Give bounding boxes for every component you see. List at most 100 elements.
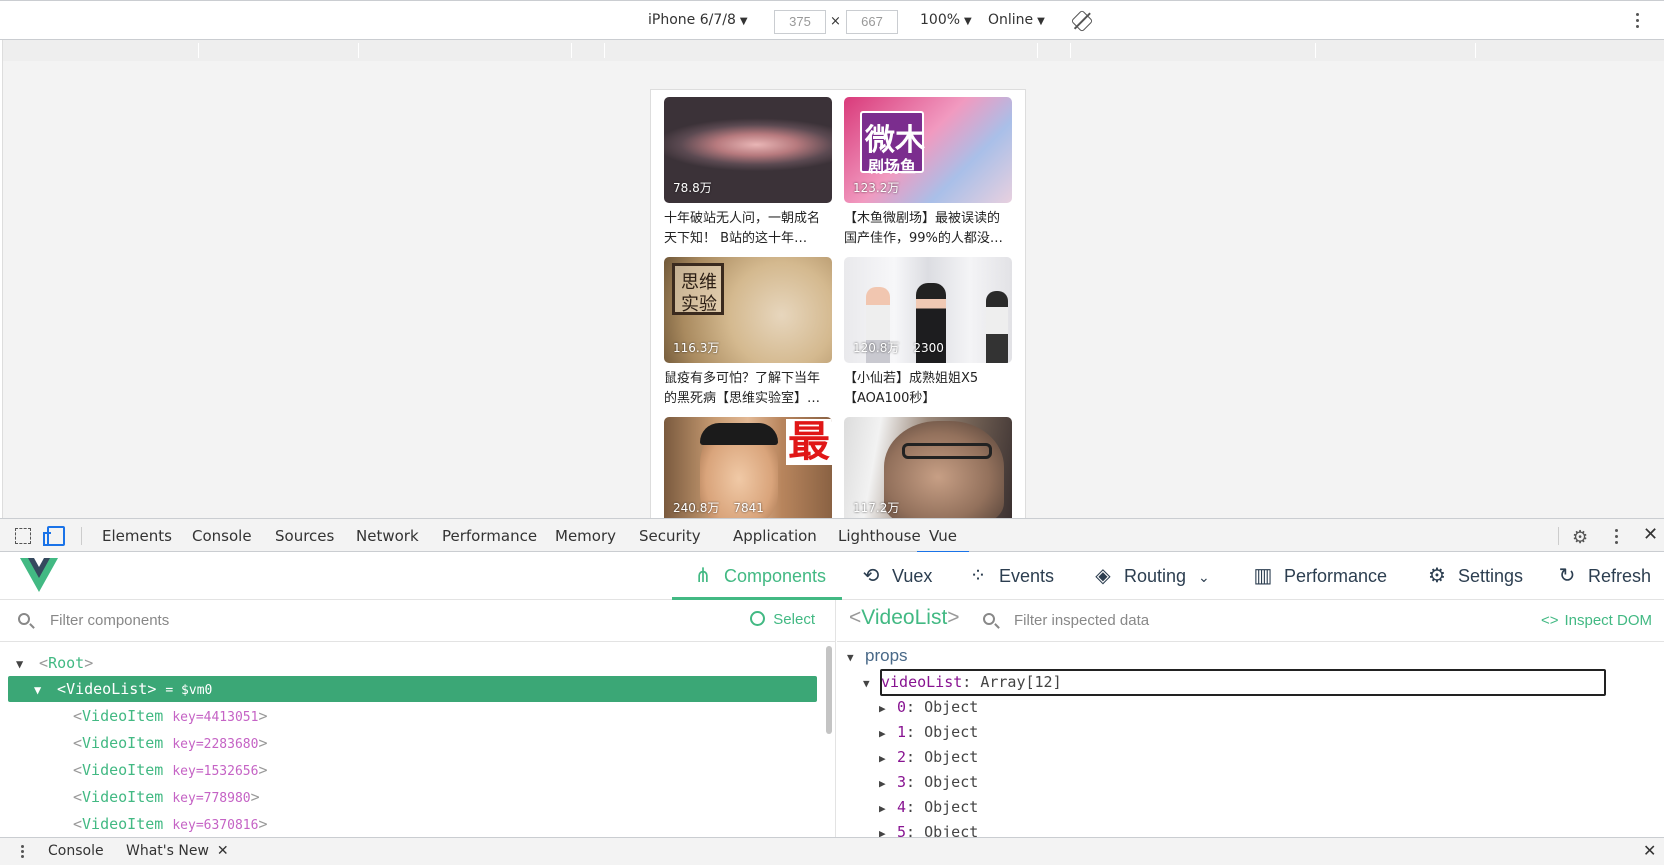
prop-value: Array[12] xyxy=(980,673,1062,691)
tab-console[interactable]: Console xyxy=(192,527,252,545)
expand-arrow-icon[interactable]: ▶ xyxy=(879,772,897,796)
expand-arrow-icon[interactable]: ▼ xyxy=(34,677,48,703)
tree-node-selected[interactable]: ▼ <VideoList> = $vm0 xyxy=(8,676,817,702)
drawer-menu-icon[interactable] xyxy=(21,845,24,860)
prop-row[interactable]: ▼ videoList: Array[12] xyxy=(863,670,1062,694)
tab-vue[interactable]: Vue xyxy=(917,527,969,553)
ruler-tick xyxy=(358,43,359,58)
glasses-image xyxy=(902,443,992,459)
expand-arrow-icon[interactable]: ▼ xyxy=(847,646,865,670)
chevron-down-icon: ▼ xyxy=(739,16,748,27)
video-card[interactable]: 120.8万 2300 【小仙若】成熟姐姐X5【AOA100秒】 xyxy=(844,257,1012,409)
view-count: 120.8万 xyxy=(853,341,900,355)
view-count: 240.8万 xyxy=(673,501,720,515)
ruler-tick xyxy=(1315,43,1316,58)
component-filter[interactable]: Filter components Select xyxy=(0,600,835,642)
video-card[interactable]: 微木 剧场鱼 123.2万 【木鱼微剧场】最被误读的国产佳作，99%的人都没看懂… xyxy=(844,97,1012,249)
vue-tab-vuex[interactable]: ⟲ Vuex xyxy=(858,552,933,600)
select-label: Select xyxy=(773,611,815,628)
video-card[interactable]: 117.2万 xyxy=(844,417,1012,518)
select-component-button[interactable]: Select xyxy=(750,611,815,628)
tab-performance[interactable]: Performance xyxy=(442,527,537,545)
ruler-tick xyxy=(571,43,572,58)
vue-tab-components-label: Components xyxy=(724,566,827,586)
tree-node-child[interactable]: <VideoItem key=6370816> xyxy=(73,811,267,837)
video-card[interactable]: 思维 实验 116.3万 鼠疫有多可怕？了解下当年的黑死病【思维实验室】2020 xyxy=(664,257,832,409)
expand-arrow-icon[interactable]: ▶ xyxy=(879,722,897,746)
video-title: 鼠疫有多可怕？了解下当年的黑死病【思维实验室】2020 xyxy=(664,371,821,406)
rotate-icon[interactable] xyxy=(1070,9,1094,33)
video-card[interactable]: 78.8万 十年破站无人问，一朝成名天下知！ B站的这十年 2005-2020 xyxy=(664,97,832,249)
inspect-element-icon[interactable] xyxy=(15,528,31,544)
vue-tab-refresh[interactable]: ↻ Refresh xyxy=(1554,552,1651,600)
tree-node-child[interactable]: <VideoItem key=4413051> xyxy=(73,703,267,729)
tab-elements[interactable]: Elements xyxy=(102,527,172,545)
video-thumbnail: 117.2万 xyxy=(844,417,1012,518)
close-drawer-icon[interactable]: ✕ xyxy=(1643,841,1656,860)
ruler-tick xyxy=(1475,43,1476,58)
inspected-component-name: <VideoList> xyxy=(849,606,960,629)
vue-devtools-header: ⋔ Components ⟲ Vuex ⁘ Events ◈ Routing ⌄ ▥ Per… xyxy=(0,552,1664,600)
device-toggle-icon[interactable] xyxy=(43,526,65,546)
expand-arrow-icon[interactable]: ▼ xyxy=(16,651,30,677)
gear-icon[interactable]: ⚙ xyxy=(1572,527,1588,548)
video-card[interactable]: 最 240.8万 7841 xyxy=(664,417,832,518)
entry-index: 4 xyxy=(897,798,907,816)
array-entry[interactable]: ▶ 3: Object xyxy=(879,770,978,794)
device-select[interactable]: iPhone 6/7/8 ▼ xyxy=(648,12,748,28)
filter-inspected-input[interactable]: Filter inspected data xyxy=(1014,612,1149,629)
chevron-down-icon: ▼ xyxy=(964,16,972,27)
video-thumbnail: 120.8万 2300 xyxy=(844,257,1012,363)
tab-memory[interactable]: Memory xyxy=(555,527,616,545)
tab-network[interactable]: Network xyxy=(356,527,419,545)
expand-arrow-icon[interactable]: ▶ xyxy=(879,797,897,821)
expand-arrow-icon[interactable]: ▼ xyxy=(863,672,881,696)
tab-application[interactable]: Application xyxy=(733,527,817,545)
settings-icon: ⚙ xyxy=(1428,565,1446,587)
tree-node-child[interactable]: <VideoItem key=778980> xyxy=(73,784,260,810)
video-meta: 123.2万 xyxy=(853,179,899,196)
close-icon[interactable]: ✕ xyxy=(217,843,229,859)
expand-arrow-icon[interactable]: ▶ xyxy=(879,697,897,721)
width-input[interactable]: 375 xyxy=(774,10,826,34)
muyu-logo: 微木 剧场鱼 xyxy=(860,111,925,176)
siwei-logo: 思维 实验 xyxy=(672,263,724,315)
drawer-tab-console[interactable]: Console xyxy=(48,843,104,859)
array-entry[interactable]: ▶ 5: Object xyxy=(879,820,978,837)
filter-components-input[interactable]: Filter components xyxy=(50,612,169,629)
vue-tab-events[interactable]: ⁘ Events xyxy=(965,552,1054,600)
throttle-select[interactable]: Online ▼ xyxy=(988,12,1045,28)
vue-tab-components[interactable]: ⋔ Components xyxy=(672,552,842,600)
drawer-tab-whats-new[interactable]: What's New ✕ xyxy=(126,843,229,859)
array-entry[interactable]: ▶ 1: Object xyxy=(879,720,978,744)
tree-node-root[interactable]: ▼ <Root> xyxy=(16,650,93,676)
vue-tab-routing[interactable]: ◈ Routing ⌄ xyxy=(1090,552,1209,600)
view-count: 78.8万 xyxy=(673,181,712,195)
zoom-select[interactable]: 100% ▼ xyxy=(920,12,972,28)
video-title: 【木鱼微剧场】最被误读的国产佳作，99%的人都没看懂的电影 xyxy=(844,211,1003,246)
props-section[interactable]: ▼ props xyxy=(847,644,908,668)
tab-lighthouse[interactable]: Lighthouse xyxy=(838,527,921,545)
media-query-ruler xyxy=(3,40,1664,61)
ruler-tick xyxy=(604,43,605,58)
expand-arrow-icon[interactable]: ▶ xyxy=(879,747,897,771)
vue-tab-performance[interactable]: ▥ Performance xyxy=(1250,552,1388,600)
tab-sources[interactable]: Sources xyxy=(275,527,334,545)
inspect-dom-button[interactable]: <> Inspect DOM xyxy=(1541,612,1652,629)
tree-node-child[interactable]: <VideoItem key=1532656> xyxy=(73,757,267,783)
more-options-icon[interactable] xyxy=(1615,529,1619,547)
more-options-icon[interactable] xyxy=(1636,13,1640,31)
array-entry[interactable]: ▶ 0: Object xyxy=(879,695,978,719)
video-meta: 117.2万 xyxy=(853,499,899,516)
tree-node-child[interactable]: <VideoItem key=2283680> xyxy=(73,730,267,756)
array-entry[interactable]: ▶ 4: Object xyxy=(879,795,978,819)
tab-security[interactable]: Security xyxy=(639,527,701,545)
expand-arrow-icon[interactable]: ▶ xyxy=(879,822,897,837)
props-section-label: props xyxy=(865,646,908,665)
devtools-drawer: Console What's New ✕ ✕ xyxy=(0,837,1664,865)
height-input[interactable]: 667 xyxy=(846,10,898,34)
array-entry[interactable]: ▶ 2: Object xyxy=(879,745,978,769)
components-scrollbar[interactable] xyxy=(826,646,832,734)
close-icon[interactable]: ✕ xyxy=(1643,524,1658,545)
vue-tab-settings[interactable]: ⚙ Settings xyxy=(1424,552,1523,600)
